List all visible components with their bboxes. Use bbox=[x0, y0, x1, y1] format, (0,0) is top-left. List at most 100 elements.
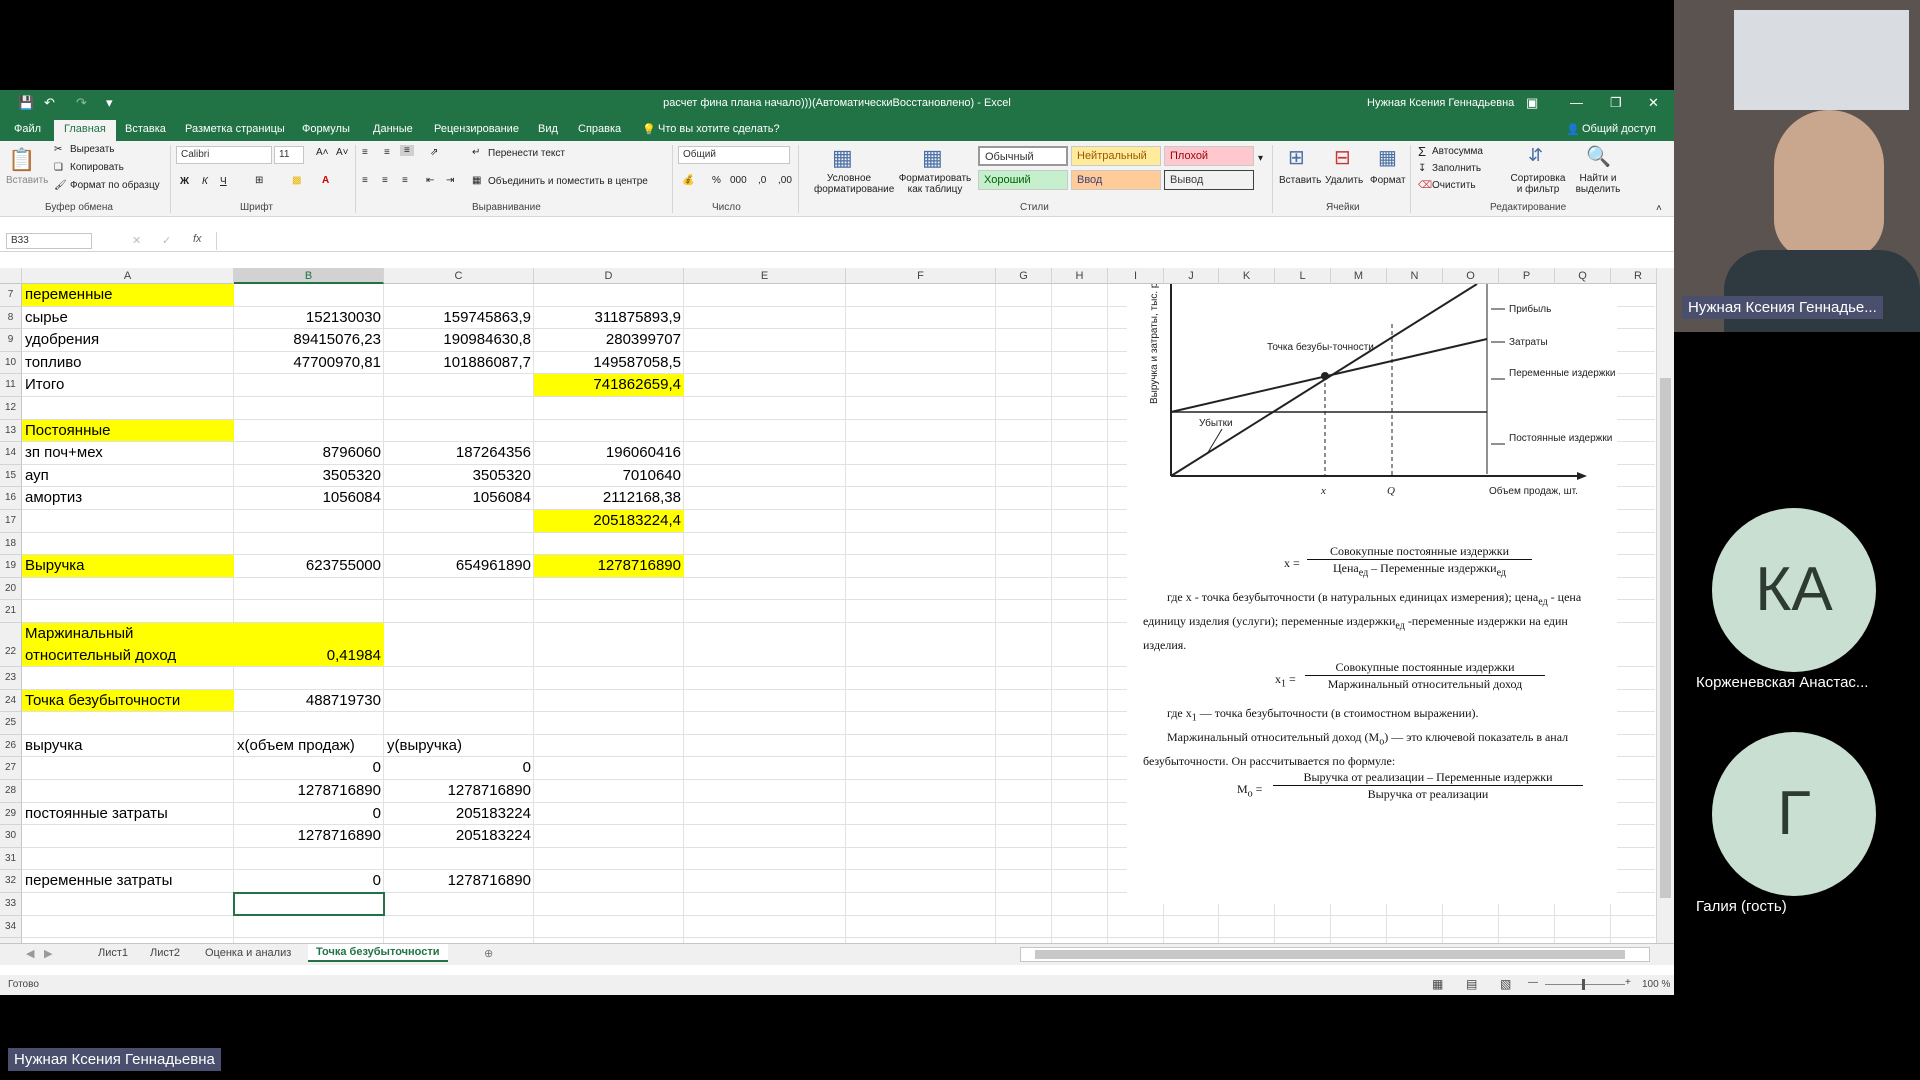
cell-b29[interactable]: 0 bbox=[234, 803, 384, 825]
row-header[interactable]: 27 bbox=[0, 757, 22, 780]
share-button[interactable]: Общий доступ bbox=[1582, 123, 1656, 135]
tab-data[interactable]: Данные bbox=[373, 123, 413, 135]
borders-icon[interactable]: ⊞ bbox=[255, 175, 263, 186]
format-as-table-icon[interactable]: ▦ bbox=[922, 145, 943, 171]
font-name-select[interactable]: Calibri bbox=[176, 146, 272, 164]
row-header[interactable]: 32 bbox=[0, 870, 22, 893]
cell-b28[interactable]: 1278716890 bbox=[234, 780, 384, 802]
row-header[interactable]: 17 bbox=[0, 510, 22, 533]
align-right-icon[interactable]: ≡ bbox=[402, 175, 408, 186]
formula-input[interactable] bbox=[216, 232, 1656, 250]
cell-c15[interactable]: 3505320 bbox=[384, 465, 534, 487]
cell-d9[interactable]: 280399707 bbox=[534, 329, 684, 351]
merge-icon[interactable]: ▦ bbox=[472, 175, 481, 186]
tab-view[interactable]: Вид bbox=[538, 123, 558, 135]
page-break-view-icon[interactable]: ▧ bbox=[1500, 977, 1511, 991]
next-sheet-icon[interactable]: ▶ bbox=[44, 947, 52, 960]
column-header-j[interactable]: J bbox=[1164, 268, 1219, 284]
decrease-decimal-icon[interactable]: ,00 bbox=[778, 175, 792, 186]
insert-cells-icon[interactable]: ⊞ bbox=[1288, 145, 1305, 170]
row-header[interactable]: 18 bbox=[0, 532, 22, 556]
row-header[interactable]: 9 bbox=[0, 329, 22, 352]
style-input[interactable]: Ввод bbox=[1071, 170, 1161, 190]
cell-a15[interactable]: ауп bbox=[22, 465, 234, 487]
cell-a7[interactable]: переменные bbox=[22, 284, 234, 306]
add-sheet-icon[interactable]: ⊕ bbox=[484, 947, 493, 960]
cell-d10[interactable]: 149587058,5 bbox=[534, 352, 684, 374]
fill-color-icon[interactable]: ▩ bbox=[292, 175, 301, 186]
conditional-format-icon[interactable]: ▦ bbox=[832, 145, 853, 171]
cell-b16[interactable]: 1056084 bbox=[234, 487, 384, 509]
font-size-select[interactable]: 11 bbox=[274, 146, 304, 164]
select-all-corner[interactable] bbox=[0, 268, 22, 284]
cell-c26[interactable]: y(выручка) bbox=[384, 735, 534, 757]
prev-sheet-icon[interactable]: ◀ bbox=[26, 947, 34, 960]
tab-review[interactable]: Рецензирование bbox=[434, 123, 519, 135]
cell-a11[interactable]: Итого bbox=[22, 374, 234, 396]
row-header[interactable]: 30 bbox=[0, 825, 22, 848]
delete-cells-button[interactable]: Удалить bbox=[1325, 175, 1363, 186]
bold-icon[interactable]: Ж bbox=[180, 176, 189, 187]
cell-b9[interactable]: 89415076,23 bbox=[234, 329, 384, 351]
paste-icon[interactable]: 📋 bbox=[8, 147, 35, 173]
percent-icon[interactable]: % bbox=[712, 175, 721, 186]
row-header[interactable]: 22 bbox=[0, 623, 22, 667]
cell-c29[interactable]: 205183224 bbox=[384, 803, 534, 825]
row-header[interactable]: 14 bbox=[0, 442, 22, 465]
cell-c19[interactable]: 654961890 bbox=[384, 555, 534, 577]
cell-c9[interactable]: 190984630,8 bbox=[384, 329, 534, 351]
tab-page-layout[interactable]: Разметка страницы bbox=[185, 123, 285, 135]
row-header[interactable]: 20 bbox=[0, 577, 22, 601]
insert-cells-button[interactable]: Вставить bbox=[1279, 175, 1321, 186]
cell-a24[interactable]: Точка безубыточности bbox=[22, 689, 234, 712]
cell-d8[interactable]: 311875893,9 bbox=[534, 307, 684, 329]
cell-b26[interactable]: x(объем продаж) bbox=[234, 735, 384, 757]
share-icon[interactable]: 👤 bbox=[1566, 123, 1580, 136]
cell-b19[interactable]: 623755000 bbox=[234, 555, 384, 577]
sort-filter-button[interactable]: Сортировка и фильтр bbox=[1508, 173, 1568, 195]
cell-c28[interactable]: 1278716890 bbox=[384, 780, 534, 802]
avatar-g[interactable]: Г bbox=[1712, 732, 1876, 896]
sheet-tab-2[interactable]: Лист2 bbox=[150, 947, 180, 959]
align-bottom-icon[interactable]: ≡ bbox=[400, 145, 414, 156]
increase-indent-icon[interactable]: ⇥ bbox=[446, 175, 454, 186]
cell-c14[interactable]: 187264356 bbox=[384, 442, 534, 464]
normal-view-icon[interactable]: ▦ bbox=[1432, 977, 1443, 991]
zoom-slider[interactable] bbox=[1545, 984, 1625, 985]
restore-icon[interactable]: ❐ bbox=[1610, 95, 1622, 111]
row-header[interactable]: 8 bbox=[0, 306, 22, 330]
sheet-tab-breakeven[interactable]: Точка безубыточности bbox=[308, 944, 448, 962]
column-header-p[interactable]: P bbox=[1499, 268, 1555, 284]
cut-icon[interactable]: ✂ bbox=[54, 144, 62, 155]
row-header[interactable]: 12 bbox=[0, 397, 22, 420]
row-header[interactable]: 10 bbox=[0, 351, 22, 375]
format-cells-icon[interactable]: ▦ bbox=[1378, 145, 1397, 170]
cell-a26[interactable]: выручка bbox=[22, 735, 234, 757]
conditional-format-button[interactable]: Условное форматирование bbox=[814, 173, 894, 195]
align-center-icon[interactable]: ≡ bbox=[382, 175, 388, 186]
number-format-select[interactable]: Общий bbox=[678, 146, 790, 164]
column-header-b[interactable]: B bbox=[234, 268, 384, 284]
row-header[interactable]: 7 bbox=[0, 284, 22, 307]
column-header-i[interactable]: I bbox=[1108, 268, 1164, 284]
enter-formula-icon[interactable]: ✓ bbox=[162, 234, 171, 247]
column-header-l[interactable]: L bbox=[1275, 268, 1331, 284]
orientation-icon[interactable]: ⇗ bbox=[430, 147, 438, 158]
cell-b27[interactable]: 0 bbox=[234, 757, 384, 779]
row-header[interactable]: 19 bbox=[0, 555, 22, 578]
column-header-d[interactable]: D bbox=[534, 268, 684, 284]
increase-decimal-icon[interactable]: ,0 bbox=[758, 175, 766, 186]
sheet-grid[interactable]: переменные сырье 152130030 159745863,9 31187… bbox=[0, 284, 1655, 943]
copy-icon[interactable]: ❏ bbox=[54, 162, 63, 173]
sheet-tab-analysis[interactable]: Оценка и анализ bbox=[205, 947, 291, 959]
cut-button[interactable]: Вырезать bbox=[70, 144, 114, 155]
copy-button[interactable]: Копировать bbox=[70, 162, 124, 173]
cell-d15[interactable]: 7010640 bbox=[534, 465, 684, 487]
delete-cells-icon[interactable]: ⊟ bbox=[1334, 145, 1351, 170]
paste-button[interactable]: Вставить bbox=[6, 175, 48, 186]
user-name[interactable]: Нужная Ксения Геннадьевна bbox=[1367, 97, 1514, 109]
cell-a8[interactable]: сырье bbox=[22, 307, 234, 329]
underline-icon[interactable]: Ч bbox=[220, 176, 227, 187]
row-header[interactable]: 25 bbox=[0, 712, 22, 735]
cell-a16[interactable]: амортиз bbox=[22, 487, 234, 509]
